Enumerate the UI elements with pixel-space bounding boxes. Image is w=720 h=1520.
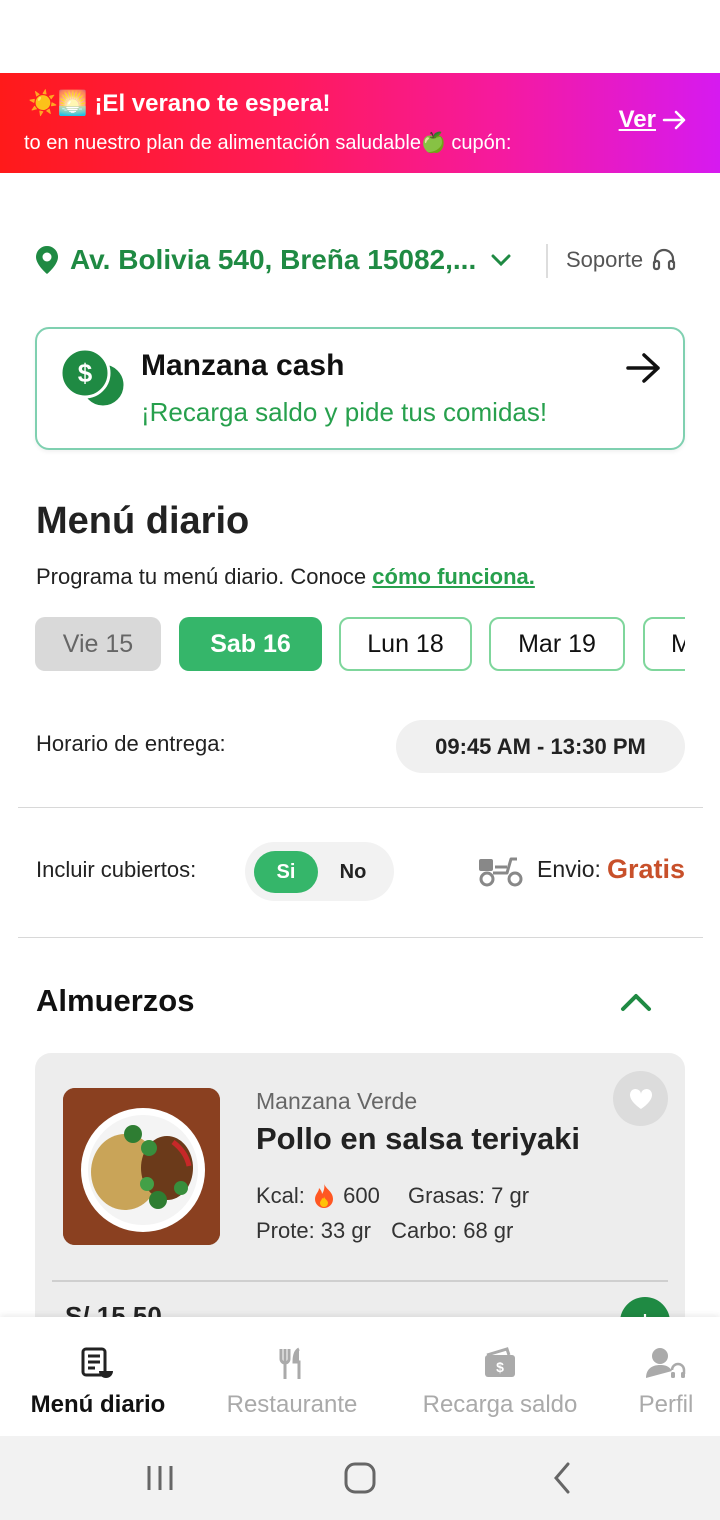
protein-value: Prote: 33 gr [256,1218,371,1243]
profile-support-icon [646,1348,686,1378]
kcal-label: Kcal: [256,1183,305,1208]
dish-image [63,1088,220,1245]
shipping-value: Gratis [606,853,685,884]
cutlery-no-option[interactable]: No [325,851,381,893]
delivery-time-selector[interactable]: 09:45 AM - 13:30 PM [396,720,685,773]
nav-menu-diario[interactable]: Menú diario [22,1317,174,1436]
system-navigation-bar [0,1436,720,1520]
shipping-info: Envio: Gratis [477,851,685,887]
nav-recarga-saldo[interactable]: $ Recarga saldo [412,1317,588,1436]
kcal-value: 600 [343,1183,380,1208]
support-label: Soporte [566,247,644,272]
address-selector[interactable]: Av. Bolivia 540, Breña 15082,... [70,244,476,276]
promo-title: ☀️🌅 ¡El verano te espera! [28,90,331,117]
dish-photo-illustration [63,1088,220,1245]
delivery-label: Horario de entrega: [36,731,226,756]
chevron-up-icon[interactable] [619,990,653,1014]
how-it-works-link[interactable]: cómo funciona. [372,564,535,589]
cutlery-yes-option[interactable]: Si [254,851,318,893]
day-chip[interactable]: Mar 19 [489,617,625,671]
menu-intro: Programa tu menú diario. Conoce cómo fun… [36,564,535,590]
divider [546,244,548,278]
divider [52,1280,668,1282]
divider [18,807,703,808]
restaurant-name: Manzana Verde [256,1088,418,1114]
nav-label: Recarga saldo [422,1391,578,1418]
day-chip-selected[interactable]: Sab 16 [179,617,322,671]
cash-subtitle: ¡Recarga saldo y pide tus comidas! [141,397,548,427]
heart-icon [629,1088,652,1109]
shipping-label: Envio: [537,855,601,882]
recent-apps-icon[interactable] [145,1458,175,1498]
day-chip[interactable]: M [643,617,685,671]
menu-list-icon [81,1347,113,1378]
intro-text: Programa tu menú diario. Conoce [36,564,373,589]
headset-icon [652,248,676,271]
nav-label: Restaurante [226,1391,358,1418]
arrow-right-icon [662,110,686,130]
day-chip[interactable]: Vie 15 [35,617,161,671]
bottom-nav: Menú diario Restaurante $ Recarga saldo … [0,1317,720,1436]
wallet-icon: $ [485,1347,515,1377]
carbs-value: Carbo: 68 gr [391,1218,514,1243]
nav-perfil[interactable]: Perfil [628,1317,704,1436]
page-title: Menú diario [36,500,250,542]
day-chip[interactable]: Lun 18 [339,617,472,671]
nutrition-row-1: Kcal: 600 Grasas: 7 gr [256,1182,529,1209]
divider [18,937,703,938]
chevron-down-icon[interactable] [490,253,512,267]
svg-text:$: $ [496,1359,504,1375]
arrow-right-icon [626,353,660,383]
location-pin-icon [36,246,58,274]
address-row: Av. Bolivia 540, Breña 15082,... Soporte [34,236,686,284]
fire-icon [315,1183,334,1208]
cash-title: Manzana cash [141,349,345,382]
support-button[interactable]: Soporte [566,236,677,284]
cutlery-label: Incluir cubiertos: [36,857,197,882]
promo-see-link[interactable]: Ver [619,106,688,134]
promo-subtitle: to en nuestro plan de alimentación salud… [24,132,512,154]
dish-name: Pollo en salsa teriyaki [256,1121,580,1156]
scooter-icon [479,857,523,887]
favorite-button[interactable] [613,1071,668,1126]
app-screen: ☀️🌅 ¡El verano te espera! to en nuestro … [0,0,720,1520]
nutrition-row-2: Prote: 33 gr Carbo: 68 gr [256,1218,513,1244]
section-title: Almuerzos [36,983,195,1018]
nav-restaurante[interactable]: Restaurante [216,1317,368,1436]
cutlery-toggle: Si No [245,842,394,901]
back-icon[interactable] [550,1458,576,1498]
nav-label: Perfil [638,1391,694,1418]
fat-value: Grasas: 7 gr [408,1183,530,1208]
home-icon[interactable] [342,1458,378,1498]
promo-banner[interactable]: ☀️🌅 ¡El verano te espera! to en nuestro … [0,73,720,173]
nav-label: Menú diario [30,1391,166,1418]
svg-text:$: $ [78,358,93,388]
manzana-cash-card[interactable]: $ Manzana cash ¡Recarga saldo y pide tus… [35,327,685,450]
day-selector: Vie 15 Sab 16 Lun 18 Mar 19 M [35,617,685,671]
fork-knife-icon [279,1347,301,1379]
coins-dollar-icon: $ [59,347,127,409]
